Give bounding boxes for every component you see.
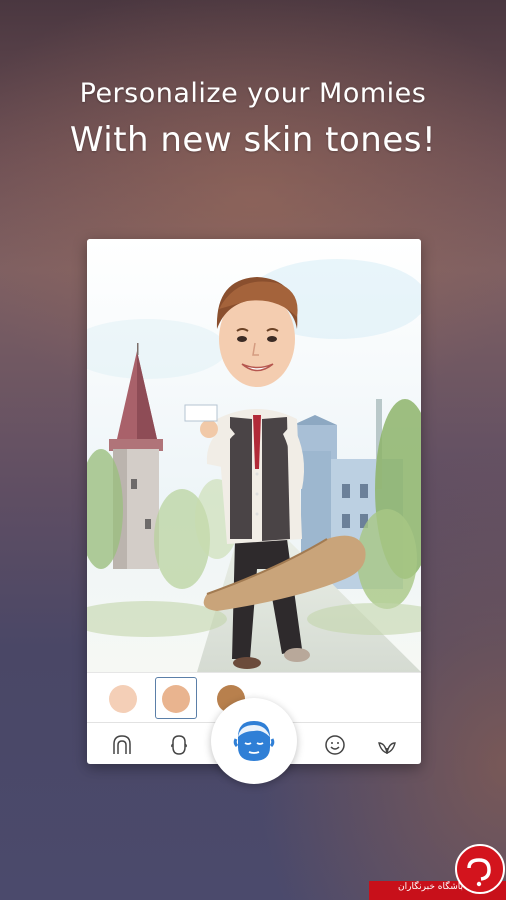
hair-icon[interactable] (110, 733, 134, 757)
avatar-preview (87, 239, 421, 672)
headline-line-2: With new skin tones! (69, 120, 437, 160)
smiley-icon[interactable] (323, 733, 347, 757)
news-watermark: باشگاه خبرنگاران (369, 844, 506, 900)
face-shape-icon[interactable] (167, 733, 191, 757)
watermark-text: باشگاه خبرنگاران (398, 882, 463, 892)
watermark-logo (455, 844, 505, 894)
skin-tone-tool-button[interactable] (211, 698, 297, 784)
skin-tone-icon (233, 721, 275, 761)
skin-tone-swatch-medium[interactable] (162, 685, 190, 713)
leaf-icon[interactable] (375, 733, 399, 757)
skin-tone-swatch-light[interactable] (109, 685, 137, 713)
headline-line-1: Personalize your Momies (79, 78, 427, 109)
avatar-editor-card (87, 239, 421, 764)
